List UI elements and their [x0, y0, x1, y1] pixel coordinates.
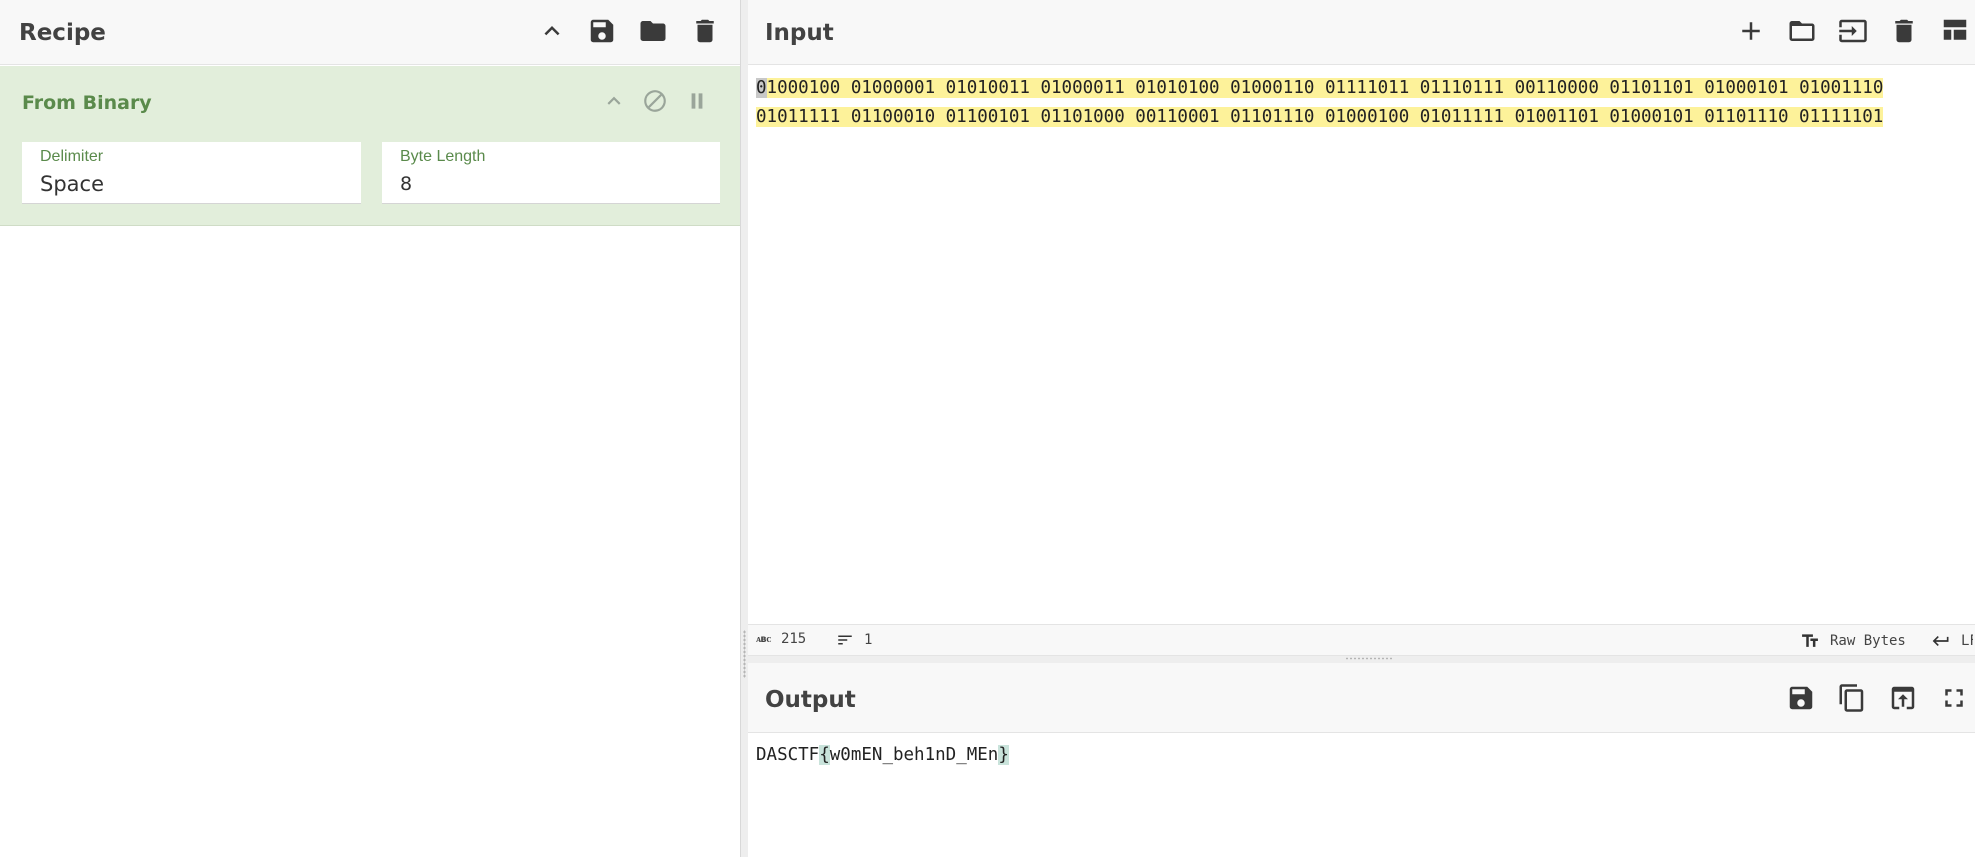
save-output-icon[interactable] [1784, 681, 1818, 715]
char-count: ᴀʙᴄ 215 [756, 631, 806, 647]
output-inner: w0mEN_beh1nD_MEn [829, 745, 999, 765]
copy-output-icon[interactable] [1835, 681, 1869, 715]
operation-from-binary[interactable]: From Binary Delimiter Space Byte Length … [0, 66, 740, 226]
text-format-icon [1802, 634, 1818, 647]
output-header: Output [748, 663, 1975, 733]
eol-value: LF [1961, 633, 1973, 649]
input-pane: Input 01000100 01000001 01010011 0100001… [748, 0, 1975, 656]
chevron-up-icon[interactable] [535, 14, 569, 48]
input-status-bar: ᴀʙᴄ 215 1 Raw Bytes LF [748, 624, 1975, 656]
vertical-splitter[interactable] [741, 0, 748, 857]
encoding-value: Raw Bytes [1830, 633, 1906, 649]
output-title: Output [765, 687, 856, 713]
input-textarea[interactable]: 01000100 01000001 01010011 01000011 0101… [756, 74, 1968, 132]
return-icon [1932, 636, 1949, 646]
encoding-selector[interactable]: Raw Bytes [1800, 631, 1906, 651]
output-pane: Output DASCTF{w0mEN_beh1nD_MEn} [748, 663, 1975, 857]
layout-icon[interactable] [1938, 14, 1972, 48]
output-prefix: DASCTF [756, 745, 820, 765]
abc-icon: ᴀʙᴄ [756, 633, 771, 645]
delimiter-label: Delimiter [40, 148, 104, 165]
delimiter-value[interactable]: Space [40, 172, 340, 196]
input-header: Input [748, 0, 1975, 65]
output-close-brace: } [998, 745, 1009, 765]
input-title: Input [765, 20, 834, 46]
byte-length-value[interactable]: 8 [400, 173, 700, 195]
add-tab-icon[interactable] [1734, 14, 1768, 48]
pause-icon[interactable] [682, 86, 712, 116]
char-count-value: 215 [780, 631, 807, 647]
line-count-value: 1 [864, 632, 873, 648]
fullscreen-icon[interactable] [1937, 681, 1971, 715]
trash-icon[interactable] [688, 14, 722, 48]
byte-length-label: Byte Length [400, 148, 486, 165]
input-text-rest: 1000100 01000001 01010011 01000011 01010… [756, 78, 1884, 127]
open-file-icon[interactable] [1836, 14, 1870, 48]
vertical-grip-handle[interactable] [743, 630, 746, 678]
open-folder-icon[interactable] [1785, 14, 1819, 48]
operation-title: From Binary [22, 92, 152, 114]
recipe-header: Recipe [0, 0, 740, 65]
delimiter-field[interactable]: Delimiter Space [22, 142, 361, 204]
horizontal-grip-handle[interactable] [1345, 657, 1393, 660]
eol-selector[interactable]: LF [1931, 631, 1973, 651]
input-cursor-char: 0 [756, 78, 767, 98]
recipe-pane: Recipe From Binary Delimiter Space Byte … [0, 0, 741, 857]
clear-input-icon[interactable] [1887, 14, 1921, 48]
cyberchef-app: Recipe From Binary Delimiter Space Byte … [0, 0, 1975, 857]
output-open-brace: { [819, 745, 830, 765]
disable-operation-icon[interactable] [640, 86, 670, 116]
lines-icon [838, 635, 852, 645]
output-textarea[interactable]: DASCTF{w0mEN_beh1nD_MEn} [756, 741, 1009, 769]
byte-length-field[interactable]: Byte Length 8 [382, 142, 720, 204]
recipe-title: Recipe [19, 20, 106, 46]
line-count: 1 [836, 631, 872, 649]
save-icon[interactable] [585, 14, 619, 48]
folder-icon[interactable] [636, 14, 670, 48]
collapse-operation-icon[interactable] [599, 86, 629, 116]
replace-input-icon[interactable] [1886, 681, 1920, 715]
